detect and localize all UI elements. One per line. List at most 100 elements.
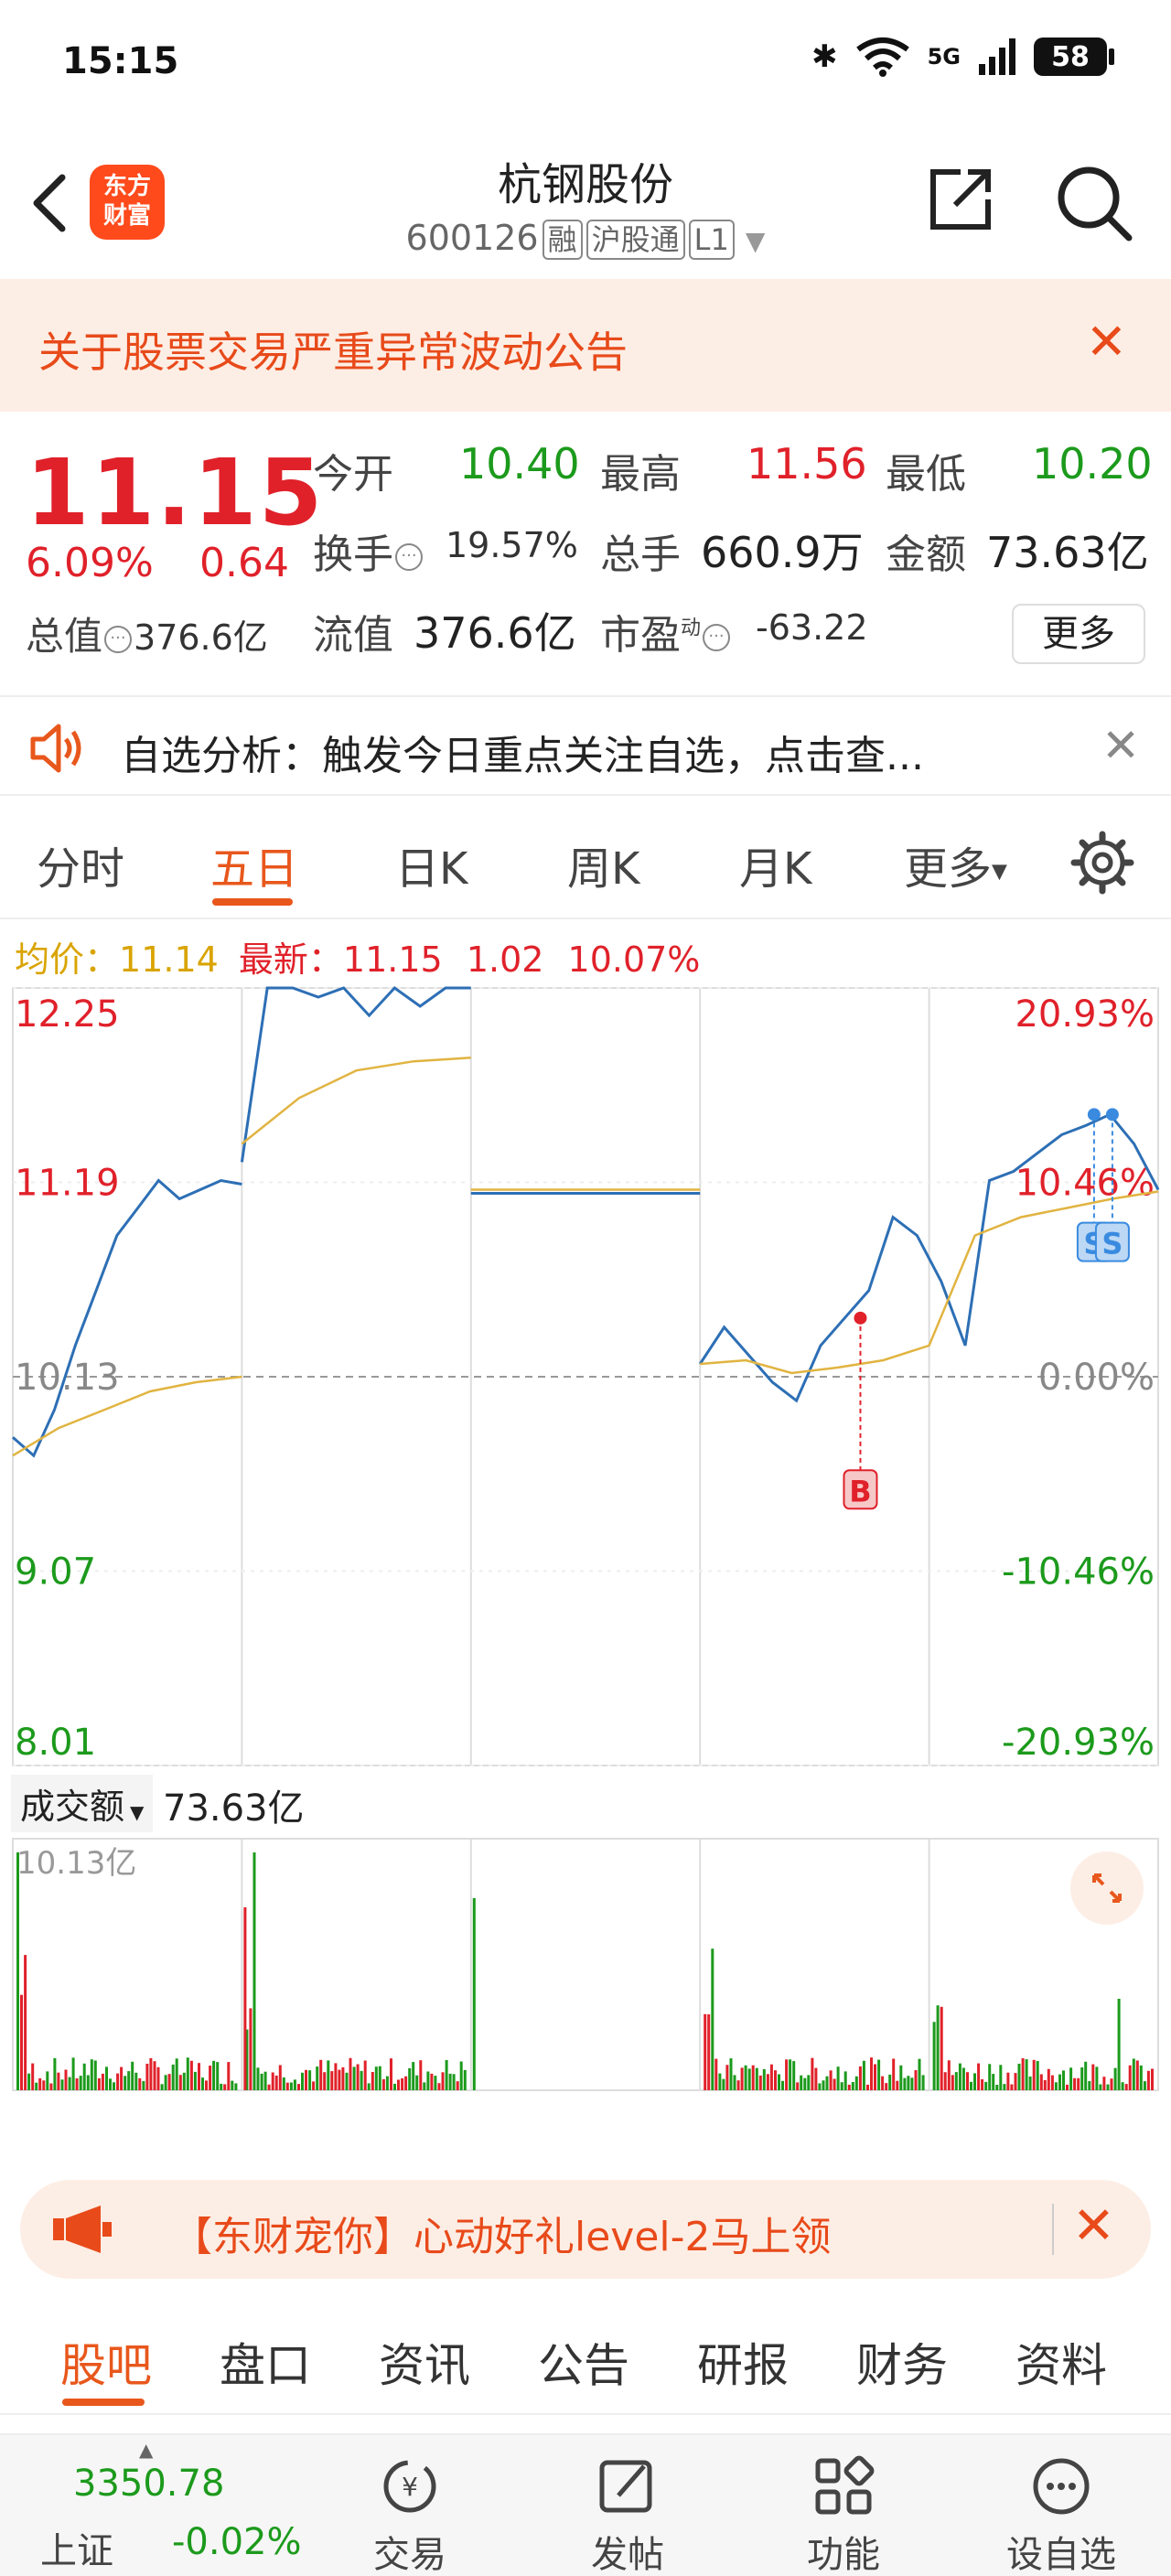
pe-label: 市盈动 ···: [600, 602, 732, 660]
nav-post[interactable]: 发帖: [564, 2450, 692, 2576]
market-cap-label: 总值: [26, 614, 103, 659]
tab-daily-k[interactable]: 日K: [395, 832, 467, 896]
tag-level: L1: [688, 220, 735, 260]
nav-add-watchlist-label: 设自选: [1006, 2534, 1116, 2576]
volume-bar: [267, 2084, 271, 2090]
volume-bar: [285, 2082, 289, 2090]
close-icon[interactable]: ✕: [1072, 2196, 1115, 2256]
promo-text[interactable]: 【东财宠你】心动好礼level-2马上领: [172, 2204, 832, 2262]
trade-marker-label: S: [1101, 1227, 1123, 1261]
volume-bar: [27, 2073, 31, 2090]
close-icon[interactable]: ✕: [1101, 719, 1140, 772]
search-icon[interactable]: [1052, 161, 1134, 243]
volume-bar: [970, 2081, 972, 2090]
volume-bar: [124, 2076, 127, 2090]
volume-bar: [212, 2060, 216, 2090]
tab-more[interactable]: 更多▼: [904, 832, 1007, 896]
tab-orderbook[interactable]: 盘口: [220, 2329, 311, 2395]
volume-bar: [153, 2061, 156, 2090]
promo-banner[interactable]: 【东财宠你】心动好礼level-2马上领 ✕: [20, 2180, 1151, 2279]
tab-forum[interactable]: 股吧: [60, 2329, 152, 2395]
tab-news[interactable]: 资讯: [379, 2329, 470, 2395]
turnover-label-text: 换手: [313, 531, 393, 578]
y-axis-tick-right: 0.00%: [1038, 1357, 1155, 1399]
status-icons: ✱ 5G 58: [811, 37, 1114, 77]
volume-bar: [308, 2070, 312, 2090]
tab-weekly-k[interactable]: 周K: [567, 832, 639, 896]
volume-bar: [914, 2070, 918, 2090]
expand-icon[interactable]: [1070, 1852, 1144, 1925]
chart-summary-row: 均价：11.14 最新：11.15 1.02 10.07%: [15, 931, 700, 982]
volume-bar: [1073, 2077, 1077, 2090]
volume-bar: [75, 2078, 79, 2090]
announcement-text[interactable]: 关于股票交易严重异常波动公告: [38, 319, 628, 380]
volume-bar: [1025, 2059, 1028, 2090]
avg-label: 均价：: [15, 939, 120, 980]
nav-add-watchlist[interactable]: 设自选: [997, 2450, 1125, 2576]
volume-bar: [999, 2065, 1003, 2090]
stock-code: 600126: [405, 218, 539, 258]
volume-bar: [46, 2071, 49, 2090]
more-button[interactable]: 更多: [1012, 604, 1145, 664]
volume-bar: [68, 2077, 71, 2090]
info-icon[interactable]: ···: [703, 624, 731, 651]
volume-bar: [747, 2068, 751, 2090]
volume-bar: [271, 2072, 274, 2090]
info-icon[interactable]: ···: [395, 543, 423, 571]
volume-bar: [53, 2057, 57, 2090]
tab-intraday[interactable]: 分时: [37, 832, 124, 896]
tab-research[interactable]: 研报: [697, 2329, 789, 2395]
amount-label: 金额: [886, 531, 966, 578]
open-value: 10.40: [459, 439, 580, 488]
volume-selector[interactable]: 成交额 ▼: [11, 1775, 154, 1832]
share-icon[interactable]: [924, 163, 997, 236]
volume-bar: [951, 2075, 954, 2090]
volume-bar: [785, 2059, 789, 2090]
volume-bar: [888, 2074, 892, 2090]
five-day-chart[interactable]: 12.25 20.93% 11.19 10.46% 10.13 0.00% 9.07 -10.…: [0, 983, 1171, 2099]
volume-bar: [851, 2082, 854, 2090]
tab-more-label: 更多: [904, 843, 993, 895]
volume-bar: [401, 2078, 404, 2090]
info-icon[interactable]: ···: [104, 625, 133, 653]
volume-bar: [363, 2060, 367, 2090]
volume-bar: [441, 2072, 445, 2090]
latest-change: 1.02: [466, 939, 544, 980]
watchlist-analysis-banner[interactable]: 自选分析：触发今日重点关注自选，点击查... ✕: [0, 695, 1171, 796]
volume-bar: [198, 2063, 200, 2090]
volume-bar: [434, 2076, 437, 2090]
tab-five-day[interactable]: 五日: [210, 832, 298, 896]
nav-trade[interactable]: ¥ 交易: [346, 2450, 474, 2576]
tab-finance[interactable]: 财务: [856, 2329, 948, 2395]
tab-announcements[interactable]: 公告: [538, 2329, 629, 2395]
volume-bar: [86, 2075, 90, 2090]
volume-bar: [142, 2081, 145, 2090]
volume-bar: [1099, 2084, 1102, 2090]
announcement-banner[interactable]: 关于股票交易严重异常波动公告 ✕: [0, 279, 1171, 412]
trade-marker-label: B: [849, 1474, 871, 1508]
analysis-text[interactable]: 自选分析：触发今日重点关注自选，点击查...: [121, 723, 924, 781]
tab-profile[interactable]: 资料: [1015, 2329, 1107, 2395]
volume-bar: [374, 2066, 378, 2090]
volume-bar: [892, 2058, 896, 2090]
nav-functions[interactable]: 功能: [779, 2450, 908, 2576]
y-axis-tick-left: 9.07: [15, 1551, 96, 1594]
tab-monthly-k[interactable]: 月K: [739, 832, 811, 896]
y-axis-tick-left: 12.25: [15, 993, 120, 1036]
volume-bar: [430, 2073, 434, 2090]
close-icon[interactable]: ✕: [1086, 317, 1127, 367]
index-name: 上证: [40, 2530, 113, 2572]
volume-bar: [160, 2084, 164, 2090]
gear-icon[interactable]: [1070, 831, 1134, 895]
volume-bar: [42, 2080, 46, 2090]
volume-bar: [1088, 2081, 1091, 2090]
volume-bar: [954, 2072, 958, 2090]
chart-period-tabs: 分时 五日 日K 周K 月K 更多▼: [0, 805, 1171, 919]
volume-bar: [164, 2075, 167, 2090]
volume-bar: [120, 2066, 124, 2090]
volume-bar: [90, 2059, 93, 2090]
volume-bar: [171, 2064, 175, 2090]
volume-bar: [426, 2071, 430, 2090]
volume-bar: [1084, 2061, 1088, 2090]
svg-text:¥: ¥: [402, 2472, 418, 2502]
